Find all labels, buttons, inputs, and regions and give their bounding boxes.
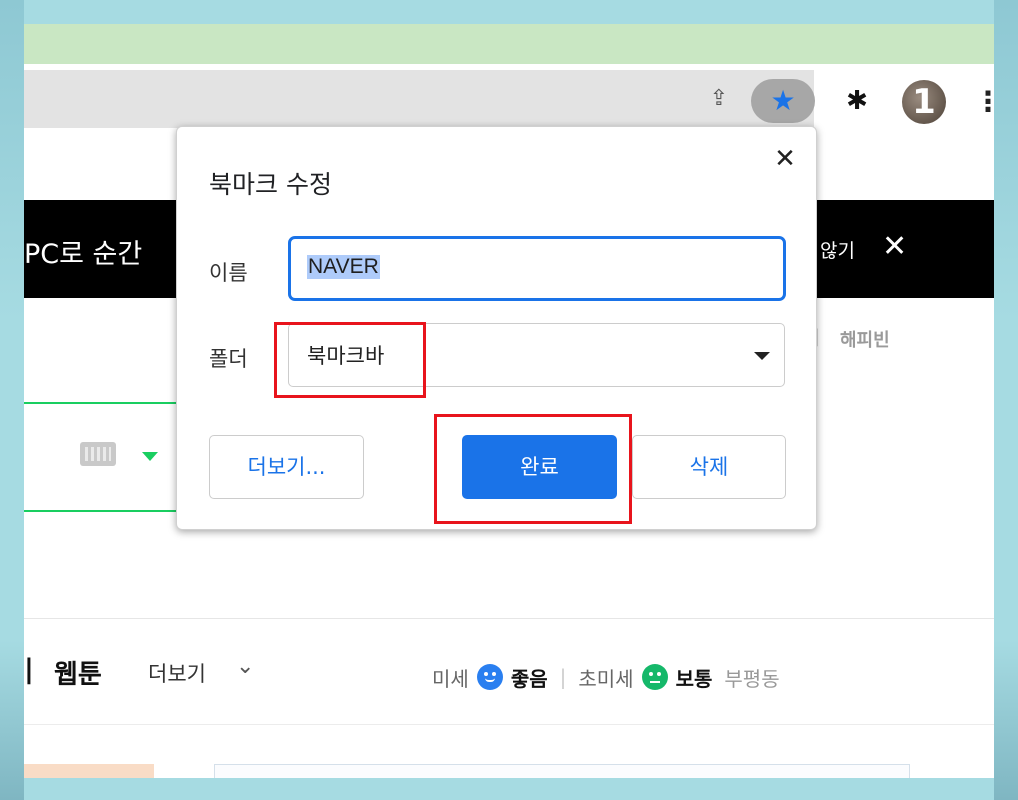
browser-screen: ⇪ ★ ✱ 1 ⋮ PC로 순간 않기 ✕ | 해피빈 | 웹툰 더보기 ⌄ 미… [24, 24, 994, 778]
chevron-down-icon[interactable]: ⌄ [236, 654, 254, 679]
fine-dust-value: 좋음 [510, 666, 548, 691]
name-input[interactable]: NAVER [288, 236, 786, 301]
caret-down-icon[interactable] [754, 352, 770, 360]
frame-bottom [0, 778, 1018, 800]
avatar[interactable]: 1 [902, 80, 946, 124]
star-icon: ★ [770, 84, 796, 117]
frame-top [0, 0, 1018, 24]
happybean-link[interactable]: 해피빈 [840, 326, 890, 352]
content-card [24, 764, 154, 778]
highlight-folder-box [274, 322, 426, 398]
highlight-done-box [434, 414, 632, 524]
divider [24, 618, 994, 619]
ultrafine-label: 초미세 [578, 666, 634, 691]
weather-widget[interactable]: 미세 좋음 | 초미세 보통 부평동 [432, 662, 780, 692]
close-icon[interactable]: ✕ [771, 145, 799, 173]
tab-strip [24, 24, 994, 64]
more-button[interactable]: 더보기... [209, 435, 364, 499]
neutral-face-icon [641, 664, 668, 690]
caret-down-icon[interactable] [142, 452, 158, 461]
kebab-menu-icon[interactable]: ⋮ [974, 82, 994, 122]
smile-face-icon [476, 664, 503, 690]
banner-close-label[interactable]: 않기 [820, 236, 855, 263]
nav-more[interactable]: 더보기 [148, 658, 206, 688]
weather-separator: | [559, 665, 567, 689]
ultrafine-value: 보통 [675, 666, 713, 691]
frame-left [0, 0, 24, 800]
name-label: 이름 [209, 261, 248, 285]
address-bar[interactable] [24, 70, 814, 128]
close-icon[interactable]: ✕ [882, 229, 907, 264]
nav-separator-partial: | [24, 654, 34, 685]
puzzle-icon[interactable]: ✱ [840, 84, 874, 118]
content-panel [214, 764, 910, 778]
share-icon[interactable]: ⇪ [704, 84, 734, 114]
frame-right [994, 0, 1018, 800]
banner-text: PC로 순간 [24, 239, 143, 270]
location: 부평동 [724, 666, 780, 691]
keyboard-icon[interactable] [80, 442, 116, 466]
divider [24, 724, 994, 725]
fine-dust-label: 미세 [432, 666, 469, 691]
bookmark-star-button[interactable]: ★ [751, 79, 815, 123]
folder-label: 폴더 [209, 347, 248, 371]
dialog-title: 북마크 수정 [209, 170, 332, 199]
nav-webtoon[interactable]: 웹툰 [54, 654, 102, 691]
name-input-value[interactable]: NAVER [307, 255, 380, 279]
delete-button[interactable]: 삭제 [632, 435, 786, 499]
